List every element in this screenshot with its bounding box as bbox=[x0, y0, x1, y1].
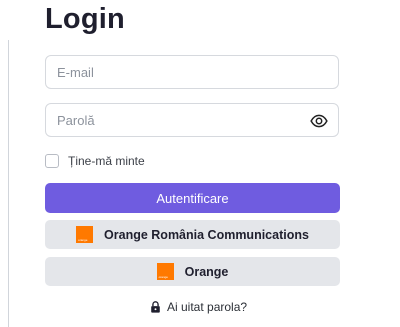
sso-orange-label: Orange bbox=[184, 264, 229, 279]
sso-orange-romania-label: Orange România Communications bbox=[104, 227, 309, 242]
left-divider bbox=[8, 40, 9, 327]
sso-orange-button[interactable]: orange Orange bbox=[45, 257, 340, 286]
email-field[interactable] bbox=[45, 55, 339, 89]
orange-logo-icon: orange bbox=[76, 226, 94, 243]
forgot-password-link[interactable]: Ai uitat parola? bbox=[150, 300, 247, 314]
remember-me[interactable]: Ține-mă minte bbox=[45, 153, 145, 169]
login-button-label: Autentificare bbox=[156, 190, 229, 206]
page-title: Login bbox=[45, 3, 125, 35]
remember-me-checkbox[interactable] bbox=[45, 154, 59, 168]
email-input[interactable] bbox=[46, 56, 297, 88]
orange-logo-icon: orange bbox=[156, 263, 174, 280]
password-field[interactable] bbox=[45, 103, 339, 137]
lock-icon bbox=[151, 301, 160, 313]
forgot-password-label: Ai uitat parola? bbox=[167, 300, 248, 314]
eye-icon[interactable] bbox=[310, 112, 328, 130]
password-input[interactable] bbox=[46, 104, 297, 136]
sso-orange-romania-button[interactable]: orange Orange România Communications bbox=[45, 220, 340, 249]
login-button[interactable]: Autentificare bbox=[45, 183, 340, 213]
remember-me-label: Ține-mă minte bbox=[68, 154, 145, 168]
